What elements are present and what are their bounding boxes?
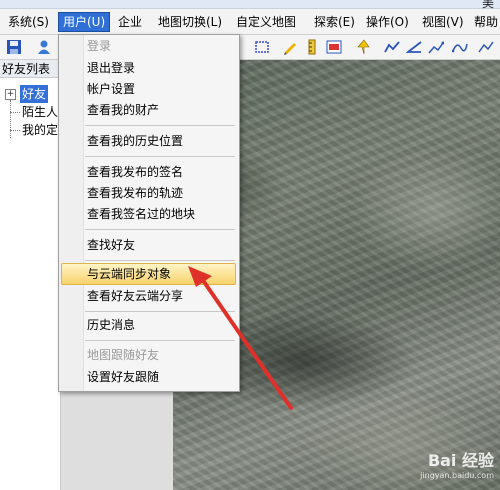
pin-icon[interactable] bbox=[356, 39, 372, 55]
menu-separator bbox=[85, 156, 235, 157]
pencil-icon[interactable] bbox=[282, 39, 298, 55]
menu-separator bbox=[85, 340, 235, 341]
menu-item-find-friends[interactable]: 查找好友 bbox=[87, 235, 135, 255]
menu-separator bbox=[85, 125, 235, 126]
menu-help[interactable]: 帮助 bbox=[470, 13, 500, 31]
draw-line-icon[interactable] bbox=[428, 39, 444, 55]
select-rect-icon[interactable] bbox=[254, 39, 270, 55]
watermark-url: jingyan.baidu.com bbox=[420, 471, 494, 480]
menu-explore[interactable]: 探索(E) bbox=[310, 13, 359, 31]
menu-bar: 系统(S) 用户(U) 企业 地图切换(L) 自定义地图 探索(E) 操作(O)… bbox=[0, 9, 500, 35]
menu-item-cloud-sync[interactable]: 与云端同步对象 bbox=[87, 264, 171, 284]
menu-item-login[interactable]: 登录 bbox=[87, 36, 111, 56]
menu-item-friend-cloud-share[interactable]: 查看好友云端分享 bbox=[87, 286, 183, 306]
tree-connector bbox=[10, 100, 11, 138]
menu-icon-gutter bbox=[59, 35, 84, 391]
menu-item-signed-plots[interactable]: 查看我签名过的地块 bbox=[87, 204, 195, 224]
user-menu-dropdown: 登录 退出登录 帐户设置 查看我的财产 查看我的历史位置 查看我发布的签名 查看… bbox=[58, 34, 240, 392]
tree-node-mine[interactable]: 我的定 bbox=[22, 121, 58, 139]
tree-connector bbox=[10, 130, 20, 131]
menu-user[interactable]: 用户(U) bbox=[58, 12, 111, 32]
menu-operation[interactable]: 操作(O) bbox=[362, 13, 413, 31]
menu-system[interactable]: 系统(S) bbox=[4, 13, 53, 31]
menu-item-map-follow-friend[interactable]: 地图跟随好友 bbox=[87, 345, 159, 365]
friend-list-header: 好友列表 bbox=[0, 60, 60, 78]
baidu-watermark: Bai 经验 jingyan.baidu.com bbox=[420, 447, 494, 480]
path-icon[interactable] bbox=[452, 39, 468, 55]
menu-custom-map[interactable]: 自定义地图 bbox=[232, 13, 300, 31]
tree-connector bbox=[10, 112, 20, 113]
title-bar: 美 bbox=[0, 0, 500, 10]
user-icon[interactable] bbox=[36, 39, 52, 55]
menu-item-my-tracks[interactable]: 查看我发布的轨迹 bbox=[87, 183, 183, 203]
menu-map-switch[interactable]: 地图切换(L) bbox=[154, 13, 226, 31]
menu-item-account-settings[interactable]: 帐户设置 bbox=[87, 79, 135, 99]
menu-separator bbox=[85, 229, 235, 230]
ruler-icon[interactable] bbox=[304, 39, 320, 55]
menu-view[interactable]: 视图(V) bbox=[418, 13, 468, 31]
menu-item-history-location[interactable]: 查看我的历史位置 bbox=[87, 131, 183, 151]
friend-list-panel: 好友列表 + 好友 陌生人 我的定 bbox=[0, 60, 61, 490]
tree-node-strangers[interactable]: 陌生人 bbox=[22, 103, 58, 121]
menu-item-set-friend-follow[interactable]: 设置好友跟随 bbox=[87, 367, 159, 387]
menu-item-logout[interactable]: 退出登录 bbox=[87, 58, 135, 78]
tree-node-friends[interactable]: 好友 bbox=[20, 85, 49, 103]
route-icon[interactable] bbox=[478, 39, 494, 55]
menu-enterprise[interactable]: 企业 bbox=[114, 13, 146, 31]
menu-separator bbox=[85, 311, 235, 312]
save-icon[interactable] bbox=[6, 39, 22, 55]
menu-item-history-messages[interactable]: 历史消息 bbox=[87, 315, 135, 335]
menu-separator bbox=[85, 260, 235, 261]
menu-item-my-signatures[interactable]: 查看我发布的签名 bbox=[87, 162, 183, 182]
angle-icon[interactable] bbox=[406, 39, 422, 55]
image-icon[interactable] bbox=[326, 39, 342, 55]
expand-icon[interactable]: + bbox=[5, 89, 16, 100]
polyline-icon[interactable] bbox=[384, 39, 400, 55]
menu-item-my-assets[interactable]: 查看我的财产 bbox=[87, 100, 159, 120]
watermark-brand: Bai 经验 bbox=[427, 451, 494, 470]
